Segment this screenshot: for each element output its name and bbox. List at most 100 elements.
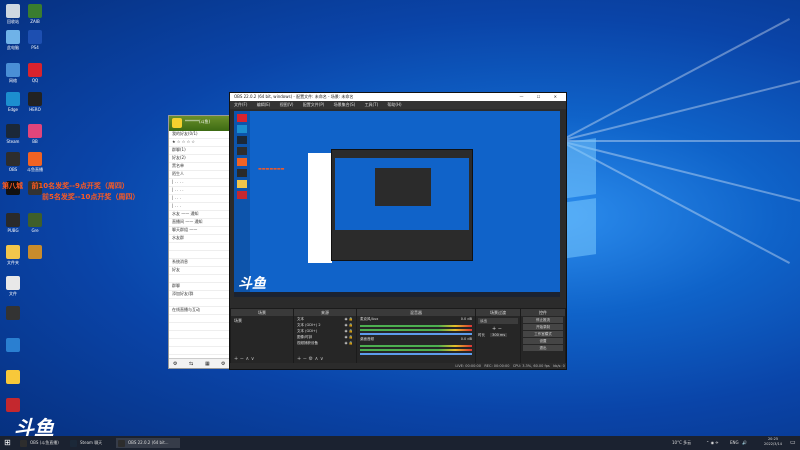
taskbar-item-active[interactable]: OBS 22.0.2 (64 bit... (116, 438, 180, 448)
qq-list-item[interactable]: 黑名单 (169, 163, 235, 171)
stop-streaming-button[interactable]: 停止推流 (523, 317, 563, 323)
desktop-icon-label: QQ (31, 78, 39, 83)
qq-list-item[interactable]: 好友(2) (169, 155, 235, 163)
menu-profile[interactable]: 配置文件(P) (303, 102, 325, 107)
qq-list-item[interactable]: 直播间 —— 通知 (169, 219, 235, 227)
desktop-icon[interactable] (2, 370, 24, 385)
start-button-icon[interactable]: ⊞ (4, 439, 11, 447)
clock[interactable]: 20:25 2022/3/14 (760, 437, 786, 447)
qq-header: *******(斗鱼) (169, 116, 235, 131)
apps-icon[interactable]: ▦ (205, 361, 210, 367)
desktop-icon[interactable]: PS4 (24, 30, 46, 50)
ime-indicator[interactable]: ENG (730, 438, 739, 448)
qq-list-item[interactable]: 群聊 (169, 283, 235, 291)
weather-widget[interactable]: 10°C 多云 (672, 438, 691, 448)
source-toolbar[interactable]: + − ⚙ ∧ ∨ (297, 356, 324, 362)
qq-list-item[interactable] (169, 315, 235, 323)
qq-list-item[interactable] (169, 275, 235, 283)
desktop-icon[interactable] (24, 245, 46, 260)
qq-title: *******(斗鱼) (185, 119, 211, 124)
visibility-lock-icon[interactable]: ◉ 🔒 (344, 329, 353, 333)
tray-icons[interactable]: ⌃ ◉ ✈ (706, 438, 719, 448)
obs-icon (6, 152, 20, 166)
desktop-icon[interactable]: ZAIB (24, 4, 46, 24)
volume-slider[interactable] (360, 333, 472, 335)
qq-list-item[interactable] (169, 251, 235, 259)
volume-icon[interactable]: 🔊 (742, 438, 747, 448)
volume-slider[interactable] (360, 353, 472, 355)
settings-button[interactable]: 设置 (523, 338, 563, 344)
qq-list-item[interactable]: 在线直播与互动 (169, 307, 235, 315)
transition-select[interactable]: 淡出 (478, 318, 518, 324)
qq-list-item[interactable]: 水友 —— 通知 (169, 211, 235, 219)
desktop-icon[interactable]: 回收站 (2, 4, 24, 25)
visibility-lock-icon[interactable]: ◉ 🔒 (344, 317, 353, 321)
qq-window[interactable]: *******(斗鱼) 我的好友(0/1) ★ ☆ ☆ ☆ ☆ 群聊(1) 好友(2)… (168, 115, 236, 369)
desktop-icon-label: Edge (7, 107, 19, 112)
desktop-icon[interactable]: PUBG (2, 213, 24, 233)
settings-icon[interactable]: ⚙ (221, 361, 225, 367)
qq-list-item[interactable] (169, 331, 235, 339)
notification-icon[interactable]: ▭ (790, 439, 796, 446)
visibility-lock-icon[interactable]: ◉ 🔒 (344, 335, 353, 339)
studio-mode-button[interactable]: 工作室模式 (523, 331, 563, 337)
menu-help[interactable]: 帮助(H) (387, 102, 401, 107)
qq-list-item[interactable]: | . . . (169, 195, 235, 203)
owl-icon (28, 245, 42, 259)
desktop-icon[interactable]: 网络 (2, 63, 24, 84)
qq-list-item[interactable]: | . . . . (169, 179, 235, 187)
qq-list-item[interactable]: 聊天群组 —— (169, 227, 235, 235)
exit-button[interactable]: 退出 (523, 345, 563, 351)
desktop-icon[interactable] (2, 398, 24, 413)
menu-icon[interactable]: ⚙ (173, 361, 177, 367)
desktop-icon[interactable]: Steam (2, 124, 24, 144)
qq-list-item[interactable]: 水友群 (169, 235, 235, 243)
transitions-dock: 场景过渡 淡出 + − 时长 300 ms (475, 308, 521, 365)
desktop-icon[interactable]: 文件夹 (2, 245, 24, 266)
qq-list-item[interactable]: 群聊(1) (169, 147, 235, 155)
qq-contact-list: 我的好友(0/1) ★ ☆ ☆ ☆ ☆ 群聊(1) 好友(2) 黑名单 陌生人 | . . … (169, 131, 235, 355)
qq-list-item[interactable] (169, 339, 235, 347)
desktop-icon[interactable]: BB (24, 124, 46, 144)
desktop-icon[interactable] (2, 338, 24, 353)
qq-list-item[interactable]: | . . . (169, 203, 235, 211)
menu-scene-collection[interactable]: 场景集合(S) (334, 102, 356, 107)
status-cpu: CPU: 3.3%, 60.00 fps (512, 364, 550, 368)
source-item[interactable]: 视频捕获设备 ◉ 🔒 (294, 340, 356, 346)
menu-tools[interactable]: 工具(T) (365, 102, 379, 107)
start-recording-button[interactable]: 开始录制 (523, 324, 563, 330)
desktop-icon[interactable]: Gre (24, 213, 46, 233)
menu-view[interactable]: 视图(V) (280, 102, 294, 107)
qq-list-item[interactable]: | . . . . (169, 187, 235, 195)
obs-preview[interactable]: ▬▬▬▬▬▬▬ 斗鱼 (234, 111, 560, 297)
desktop-icon[interactable]: OBS (2, 152, 24, 172)
visibility-lock-icon[interactable]: ◉ 🔒 (344, 341, 353, 345)
qq-list-item[interactable]: 添加好友/群 (169, 291, 235, 299)
visibility-lock-icon[interactable]: ◉ 🔒 (344, 323, 353, 327)
desktop-icon[interactable]: 此电脑 (2, 30, 24, 51)
qq-list-item[interactable]: 我的好友(0/1) (169, 131, 235, 139)
menu-edit[interactable]: 编辑(E) (257, 102, 271, 107)
qq-list-item[interactable] (169, 347, 235, 355)
qq-list-item[interactable]: ★ ☆ ☆ ☆ ☆ (169, 139, 235, 147)
qq-list-item[interactable] (169, 323, 235, 331)
desktop-icon[interactable]: 文件 (2, 276, 24, 297)
scene-toolbar[interactable]: + − ∧ ∨ (234, 356, 254, 362)
desktop-icon[interactable]: HERO (24, 92, 46, 112)
window-controls[interactable]: — ☐ ✕ (520, 93, 563, 101)
share-icon[interactable]: ⇆ (189, 361, 193, 367)
qq-list-item[interactable]: 好友 (169, 267, 235, 275)
desktop-icon[interactable]: 斗鱼直播 (24, 152, 46, 173)
desktop-icon[interactable]: QQ (24, 63, 46, 83)
scene-item[interactable]: 场景 (231, 316, 293, 326)
desktop-icon[interactable]: Edge (2, 92, 24, 112)
duration-input[interactable]: 300 ms (490, 333, 508, 337)
qq-list-item[interactable]: 系统消息 (169, 259, 235, 267)
obs-window[interactable]: OBS 22.0.2 (64 bit, windows) - 配置文件: 未命名… (229, 92, 567, 370)
desktop-icon[interactable] (2, 306, 24, 321)
qq-list-item[interactable]: 陌生人 (169, 171, 235, 179)
menu-file[interactable]: 文件(F) (234, 102, 247, 107)
sources-list: 文本 ◉ 🔒 文本 (GDI+) 2 ◉ 🔒 文本 (GDI+) ◉ 🔒 图像/时钟 ◉ 🔒 视… (294, 316, 356, 346)
qq-list-item[interactable] (169, 299, 235, 307)
qq-list-item[interactable] (169, 243, 235, 251)
